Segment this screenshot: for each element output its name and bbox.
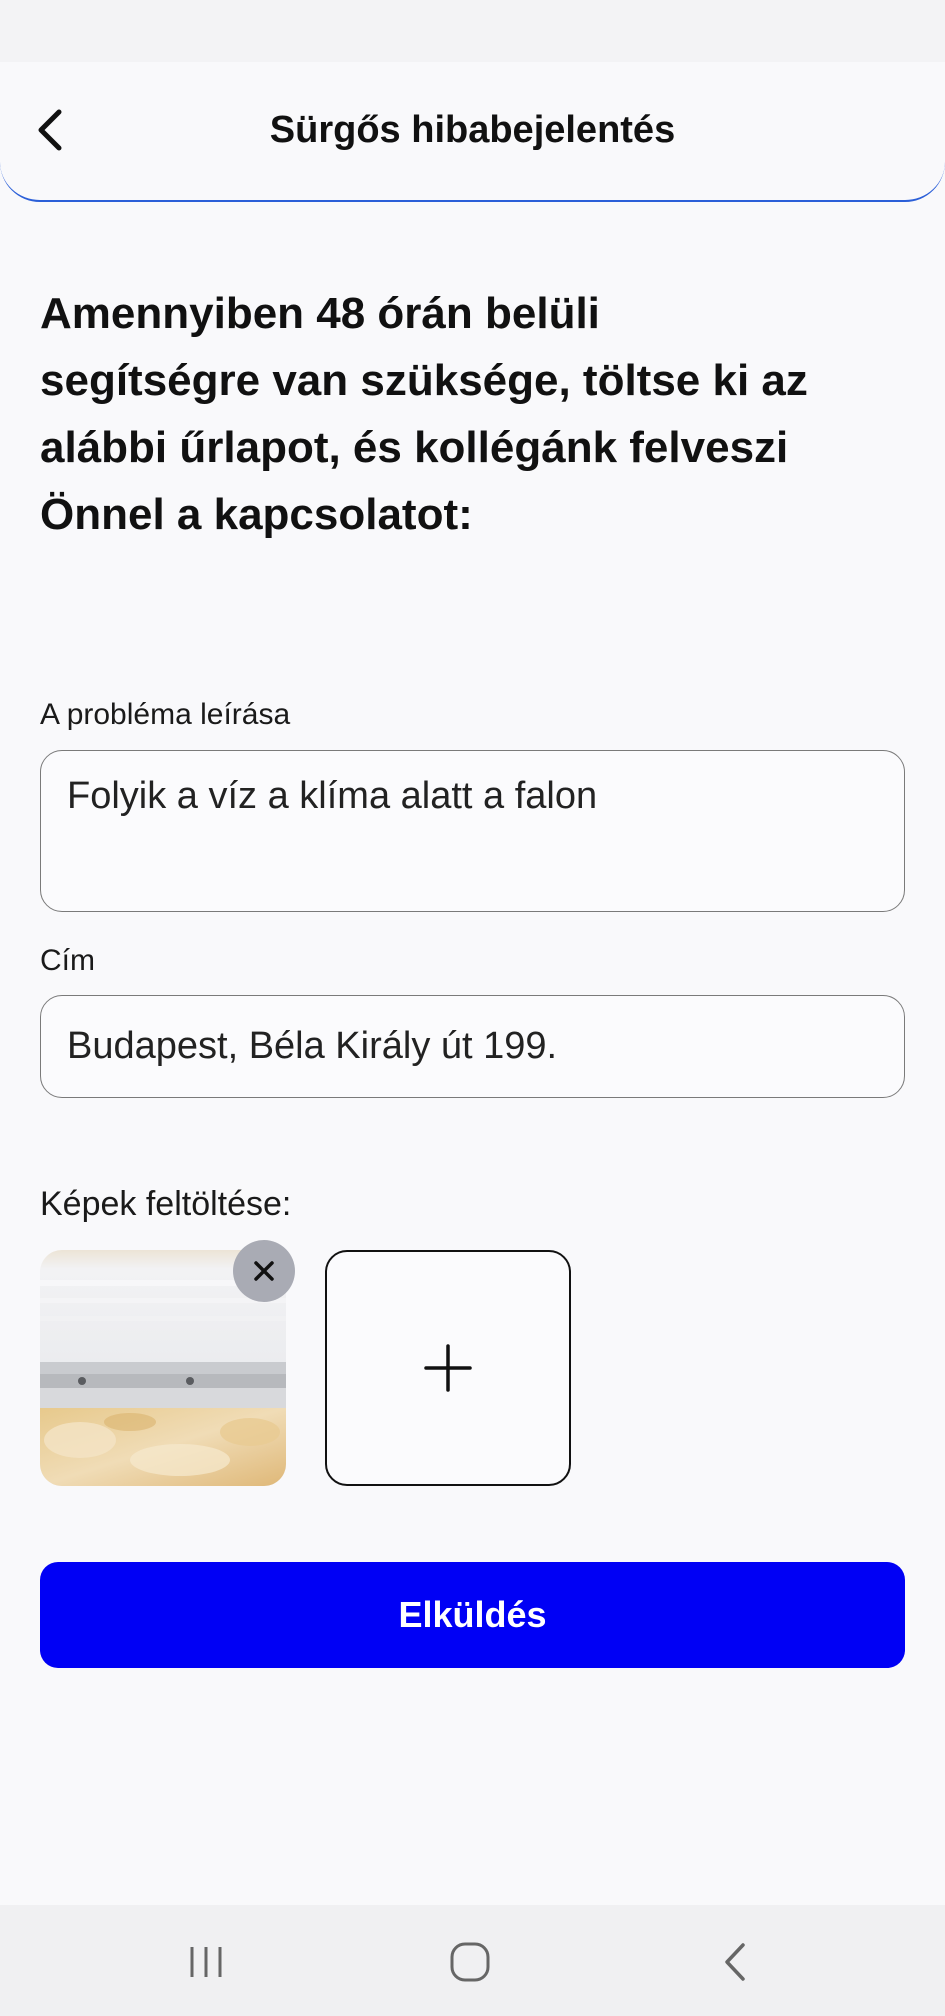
description-label: A probléma leírása [40,698,291,731]
home-button[interactable] [425,1927,515,1997]
image-upload-label: Képek feltöltése: [40,1185,292,1223]
status-bar [0,0,945,62]
app-header: Sürgős hibabejelentés [0,62,945,202]
plus-icon [424,1344,472,1392]
page-title: Sürgős hibabejelentés [269,109,676,151]
submit-button[interactable]: Elküldés [40,1562,905,1668]
home-icon [450,1942,490,1982]
system-back-button[interactable] [690,1927,780,1997]
description-field[interactable]: Folyik a víz a klíma alatt a falon [40,750,905,912]
back-icon [725,1943,745,1981]
system-navigation-bar [0,1905,945,2016]
close-icon [254,1261,274,1281]
intro-text: Amennyiben 48 órán belüli segítségre van… [40,289,808,539]
chevron-left-icon [38,109,62,151]
remove-image-button[interactable] [233,1240,295,1302]
add-image-button[interactable] [325,1250,571,1486]
back-button[interactable] [24,98,76,162]
address-field[interactable] [40,995,905,1098]
address-label: Cím [40,944,95,977]
recents-icon [190,1947,222,1977]
recents-button[interactable] [161,1927,251,1997]
